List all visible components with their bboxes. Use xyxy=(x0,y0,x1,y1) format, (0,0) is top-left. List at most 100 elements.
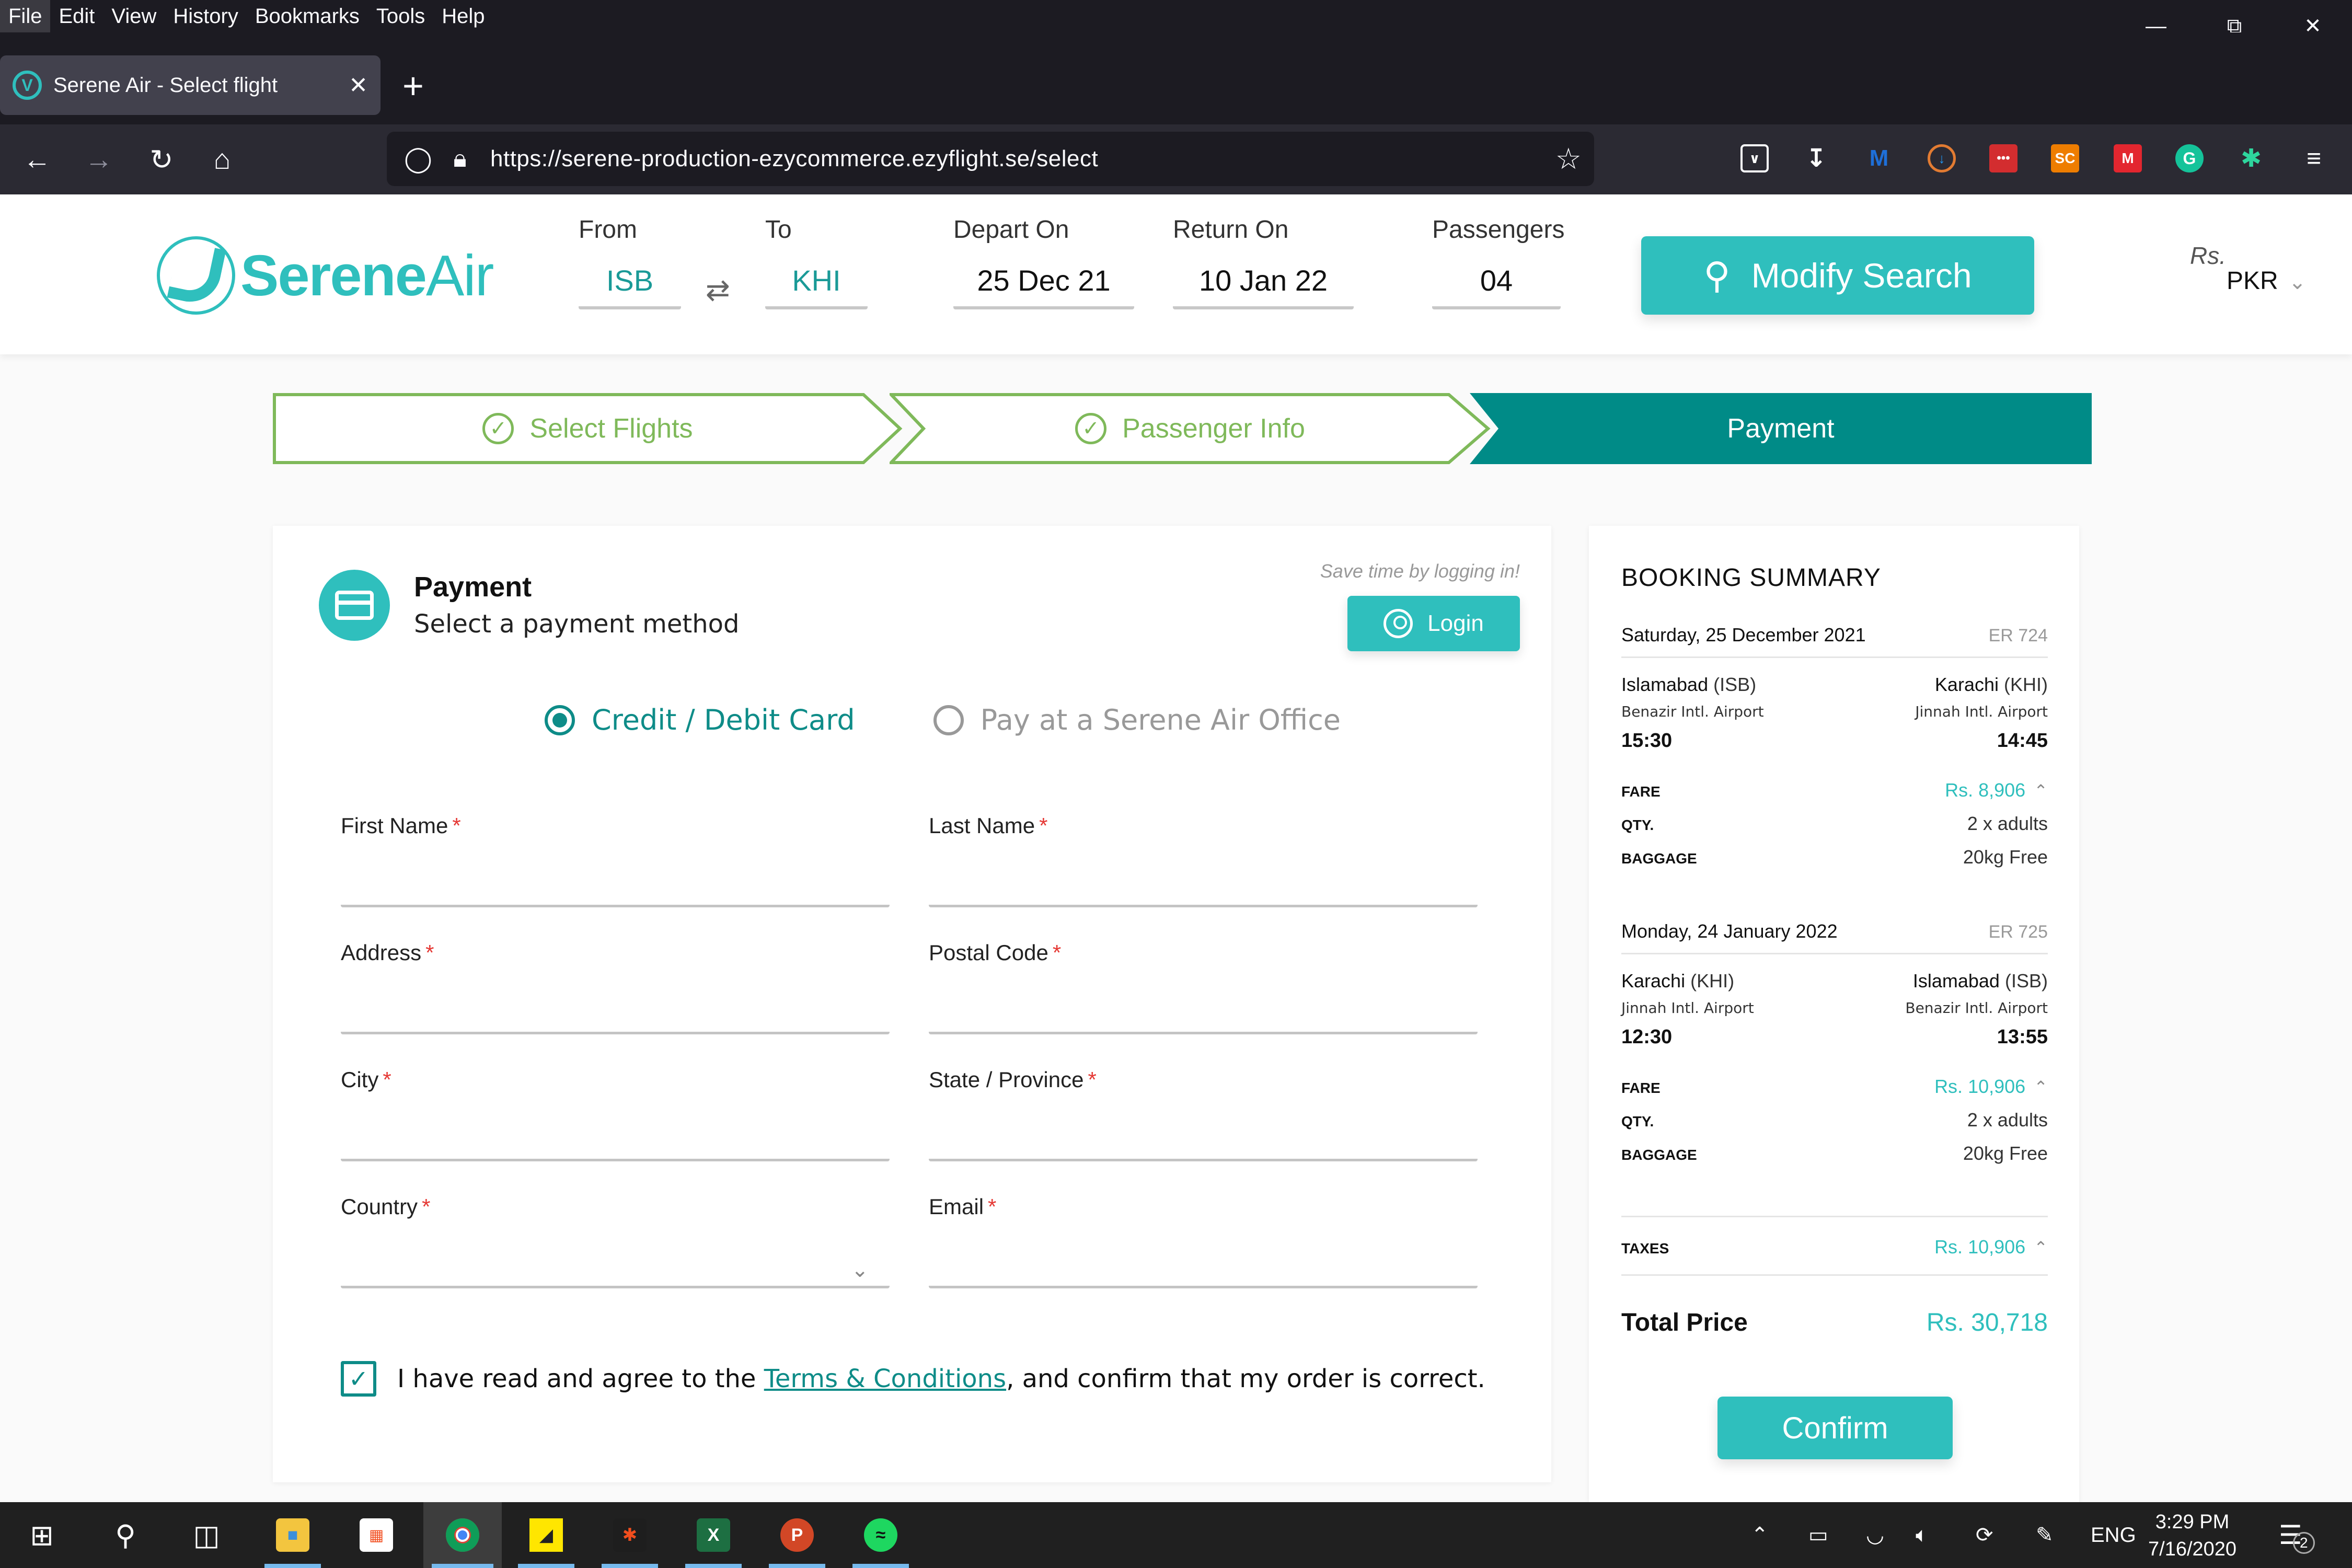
origin-city: Islamabad xyxy=(1621,674,1709,695)
shield-icon[interactable]: ◯ xyxy=(402,144,434,174)
extension-blue-icon[interactable]: ↓ xyxy=(1928,144,1956,172)
menu-help[interactable]: Help xyxy=(433,0,493,32)
step-select-flights[interactable]: ✓ Select Flights xyxy=(273,393,903,464)
city-input[interactable] xyxy=(341,1124,890,1161)
taskbar-microsoft-store[interactable]: ▦ xyxy=(340,1502,413,1568)
modify-search-label: Modify Search xyxy=(1751,256,1972,295)
country-select[interactable]: ⌄ xyxy=(341,1251,890,1288)
grammarly-icon[interactable]: G xyxy=(2175,144,2204,172)
show-hidden-icons-button[interactable]: ⌃ xyxy=(1751,1502,1769,1568)
baggage-label: BAGGAGE xyxy=(1621,1147,1697,1163)
destination-code: (ISB) xyxy=(2004,970,2048,991)
from-field[interactable]: From ISB xyxy=(579,215,681,309)
fare-toggle[interactable]: Rs. 8,906 ⌃ xyxy=(1945,779,2048,801)
menu-icon[interactable]: ≡ xyxy=(2300,144,2328,172)
microsoft-store-icon: ▦ xyxy=(360,1518,393,1552)
last-name-input[interactable] xyxy=(929,870,1478,907)
from-value[interactable]: ISB xyxy=(579,257,681,309)
downloads-icon[interactable]: ↧ xyxy=(1802,144,1830,172)
flight-number: ER 724 xyxy=(1988,626,2048,645)
save-time-hint: Save time by logging in! xyxy=(1320,560,1520,582)
to-value[interactable]: KHI xyxy=(765,257,868,309)
step-passenger-info[interactable]: ✓ Passenger Info xyxy=(890,393,1491,464)
booking-summary-panel: BOOKING SUMMARY Saturday, 25 December 20… xyxy=(1589,526,2079,1503)
menu-view[interactable]: View xyxy=(103,0,165,32)
sc-icon[interactable]: SC xyxy=(2051,144,2079,172)
clock[interactable]: 3:29 PM 7/16/2020 xyxy=(2148,1508,2236,1563)
lastpass-icon[interactable]: ••• xyxy=(1989,144,2017,172)
search-icon: ⚲ xyxy=(1703,255,1731,296)
return-label: Return On xyxy=(1173,216,1289,244)
address-input[interactable] xyxy=(341,997,890,1034)
swap-route-icon[interactable]: ⇄ xyxy=(706,273,730,307)
bookmark-star-icon[interactable]: ☆ xyxy=(1555,142,1582,176)
sync-indicator[interactable]: ⟳ xyxy=(1976,1502,1993,1568)
serene-air-logo[interactable]: SereneAir xyxy=(157,236,494,315)
terms-checkbox[interactable]: ✓ xyxy=(341,1361,376,1397)
chevron-up-icon: ⌃ xyxy=(2034,1078,2048,1097)
postal-code-input[interactable] xyxy=(929,997,1478,1034)
pen-indicator[interactable]: ✎ xyxy=(2036,1502,2054,1568)
radio-pay-at-office[interactable]: Pay at a Serene Air Office xyxy=(933,704,1341,736)
tab-close-icon[interactable]: ✕ xyxy=(349,72,368,99)
menu-file[interactable]: File xyxy=(0,0,51,32)
payment-title: Payment xyxy=(414,571,532,603)
email-input[interactable] xyxy=(929,1251,1478,1288)
taskbar-powerpoint[interactable]: P xyxy=(760,1502,834,1568)
first-name-input[interactable] xyxy=(341,870,890,907)
browser-tab[interactable]: V Serene Air - Select flight ✕ xyxy=(0,55,381,115)
to-field[interactable]: To KHI xyxy=(765,215,868,309)
depart-value[interactable]: 25 Dec 21 xyxy=(953,257,1134,309)
runner-extension-icon[interactable]: ✱ xyxy=(2237,144,2265,172)
state-province-input[interactable] xyxy=(929,1124,1478,1161)
reload-icon: ↻ xyxy=(149,144,174,176)
taskbar-file-explorer[interactable]: ■ xyxy=(256,1502,329,1568)
start-button[interactable]: ⊞ xyxy=(5,1502,78,1568)
url-bar[interactable]: ◯ 🔒︎ https://serene-production-ezycommer… xyxy=(387,132,1594,186)
menu-bookmarks[interactable]: Bookmarks xyxy=(247,0,368,32)
search-button[interactable]: ⚲ xyxy=(89,1502,162,1568)
menu-edit[interactable]: Edit xyxy=(50,0,103,32)
language-indicator[interactable]: ENG xyxy=(2091,1502,2136,1568)
battery-indicator[interactable]: ▭ xyxy=(1808,1502,1828,1568)
fare-toggle[interactable]: Rs. 10,906 ⌃ xyxy=(1934,1076,2048,1098)
wifi-indicator[interactable]: ◡ xyxy=(1866,1502,1884,1568)
back-button[interactable]: ← xyxy=(18,140,56,179)
depart-field[interactable]: Depart On 25 Dec 21 xyxy=(953,215,1134,309)
notifications-button[interactable]: ☰ 2 xyxy=(2279,1502,2315,1568)
taskbar-sticky-notes[interactable]: ◢ xyxy=(510,1502,583,1568)
currency-selector[interactable]: Rs. PKR ⌄ xyxy=(2190,241,2306,295)
mendeley-icon[interactable]: M xyxy=(2114,144,2142,172)
malwarebytes-icon[interactable]: M xyxy=(1865,144,1893,172)
menu-history[interactable]: History xyxy=(165,0,246,32)
taxes-toggle[interactable]: Rs. 10,906 ⌃ xyxy=(1934,1236,2048,1258)
origin-code: (KHI) xyxy=(1690,970,1735,991)
lock-icon[interactable]: 🔒︎ xyxy=(444,144,476,174)
radio-credit-debit-card[interactable]: Credit / Debit Card xyxy=(545,704,855,736)
return-field[interactable]: Return On 10 Jan 22 xyxy=(1173,215,1354,309)
passengers-value[interactable]: 04 xyxy=(1432,257,1561,309)
url-text[interactable]: https://serene-production-ezycommerce.ez… xyxy=(490,146,1098,172)
task-view-button[interactable]: ◫ xyxy=(170,1502,243,1568)
login-button[interactable]: Login xyxy=(1347,596,1520,651)
reload-button[interactable]: ↻ xyxy=(142,140,181,179)
taskbar-excel[interactable]: X xyxy=(677,1502,750,1568)
home-button[interactable]: ⌂ xyxy=(203,140,241,179)
confirm-button[interactable]: Confirm xyxy=(1717,1397,1953,1459)
taskbar-figma[interactable]: ✱ xyxy=(593,1502,666,1568)
return-value[interactable]: 10 Jan 22 xyxy=(1173,257,1354,309)
passengers-field[interactable]: Passengers 04 xyxy=(1432,215,1564,309)
taskbar-spotify[interactable]: ≈ xyxy=(844,1502,917,1568)
menu-tools[interactable]: Tools xyxy=(368,0,433,32)
new-tab-button[interactable]: + xyxy=(402,65,424,107)
chevron-up-icon: ⌃ xyxy=(2034,1238,2048,1257)
pocket-icon[interactable]: ∨ xyxy=(1740,144,1769,172)
divider xyxy=(1621,1216,2048,1217)
modify-search-button[interactable]: ⚲ Modify Search xyxy=(1641,236,2034,315)
step-payment[interactable]: Payment xyxy=(1470,393,2092,464)
terms-conditions-link[interactable]: Terms & Conditions xyxy=(764,1364,1006,1393)
taskbar-chrome[interactable] xyxy=(423,1502,502,1568)
forward-button[interactable]: → xyxy=(79,140,118,179)
volume-indicator[interactable]: 🔈︎ xyxy=(1916,1502,1928,1568)
clock-time: 3:29 PM xyxy=(2155,1511,2230,1533)
